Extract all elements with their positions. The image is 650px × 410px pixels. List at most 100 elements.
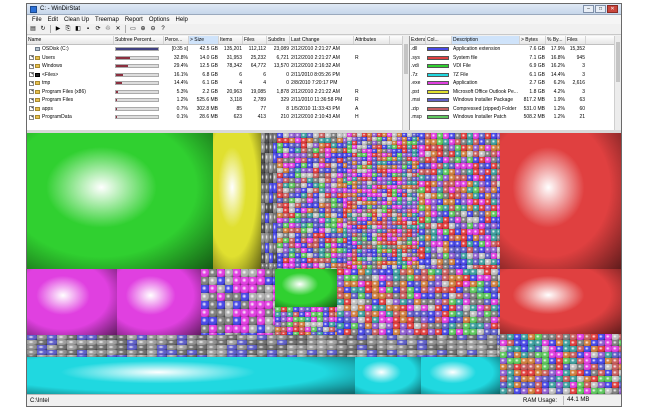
extension-row[interactable]: .msp Windows Installer Patch 508.2 MB 1.2% 2… [410, 113, 621, 122]
tree-row[interactable]: + Users 32.8% 14.0 GB 31,953 25,232 6,721 2/12/… [27, 54, 409, 63]
treemap-file-block[interactable] [209, 309, 217, 317]
menu-report[interactable]: Report [122, 17, 146, 23]
treemap-file-block[interactable] [209, 325, 217, 333]
close-button[interactable]: ✕ [607, 5, 618, 13]
treemap-sys-block-2[interactable] [500, 269, 621, 334]
menu-treemap[interactable]: Treemap [92, 17, 122, 23]
treemap-file-block[interactable] [225, 277, 233, 285]
treemap-file-block[interactable] [217, 269, 225, 277]
treemap-file-block[interactable] [225, 325, 233, 333]
extension-row[interactable]: .exe Application 2.7 GB 6.2% 2,616 [410, 79, 621, 88]
treemap-green-block[interactable] [275, 269, 337, 307]
menu-options[interactable]: Options [146, 17, 173, 23]
tree-column-header[interactable]: Last Change [290, 36, 354, 44]
treemap-file-block[interactable] [225, 293, 233, 301]
treemap-file-block[interactable] [265, 317, 273, 325]
extension-row[interactable]: .7z 7Z File 6.1 GB 14.4% 3 [410, 71, 621, 80]
treemap-file-block[interactable] [265, 277, 273, 285]
expand-toggle[interactable]: + [29, 72, 34, 78]
tree-row[interactable]: + Program Files (x86) 5.3% 2.2 GB 20,963 19,0… [27, 88, 409, 97]
treemap-file-block[interactable] [233, 285, 241, 293]
treemap-exe-block-2[interactable] [117, 269, 201, 335]
treemap-view[interactable] [27, 133, 621, 395]
expand-toggle[interactable]: + [29, 114, 34, 120]
tree-row[interactable]: + ProgramData 0.1% 28.6 MB 623 413 210 2/12/201… [27, 113, 409, 122]
treemap-file-block[interactable] [201, 301, 209, 309]
expand-toggle[interactable]: + [29, 80, 34, 86]
expand-toggle[interactable]: + [29, 89, 34, 95]
extension-row[interactable]: .zip Compressed (zipped) Folder 531.0 MB 1.… [410, 105, 621, 114]
treemap-file-block[interactable] [233, 293, 241, 301]
tree-column-header[interactable]: Subtree Percent... [114, 36, 164, 44]
treemap-file-block[interactable] [209, 277, 217, 285]
treemap-file-block[interactable] [241, 301, 249, 309]
treemap-file-block[interactable] [201, 309, 209, 317]
treemap-file-block[interactable] [217, 293, 225, 301]
treemap-file-block[interactable] [233, 269, 241, 277]
treemap-file-block[interactable] [265, 325, 273, 333]
treemap-file-block[interactable] [201, 317, 209, 325]
title-bar[interactable]: C: - WinDirStat – □ ✕ [27, 4, 621, 15]
expand-toggle[interactable]: + [29, 55, 34, 61]
treemap-file-block[interactable] [209, 285, 217, 293]
treemap-file-block[interactable] [257, 293, 265, 301]
treemap-file-block[interactable] [225, 317, 233, 325]
resize-grip[interactable] [613, 396, 621, 405]
extension-column-header[interactable]: Extensi... [410, 36, 426, 44]
extension-row[interactable]: .sys System file 7.1 GB 16.8% 945 [410, 54, 621, 63]
treemap-file-block[interactable] [257, 285, 265, 293]
treemap-file-block[interactable] [249, 293, 257, 301]
treemap-file-block[interactable] [249, 317, 257, 325]
expand-toggle[interactable]: + [29, 106, 34, 112]
treemap-file-block[interactable] [209, 301, 217, 309]
tree-scrollbar[interactable] [402, 36, 409, 130]
extension-column-header[interactable]: Files [566, 36, 586, 44]
treemap-file-block[interactable] [241, 285, 249, 293]
open-folder-icon[interactable]: ▤ [29, 25, 37, 33]
recycle-bin-icon[interactable]: ♲ [104, 25, 112, 33]
treemap-file-block[interactable] [233, 301, 241, 309]
treemap-vdi-block[interactable] [27, 133, 213, 269]
treemap-file-block[interactable] [217, 277, 225, 285]
treemap-file-block[interactable] [241, 325, 249, 333]
tree-column-header[interactable]: Name [27, 36, 114, 44]
treemap-file-block[interactable] [217, 285, 225, 293]
treemap-file-block[interactable] [249, 309, 257, 317]
treemap-file-block[interactable] [249, 277, 257, 285]
new-window-icon[interactable]: ▭ [129, 25, 137, 33]
explorer-icon[interactable]: ◧ [74, 25, 82, 33]
tree-row[interactable]: OSDisk (C:) [0:35 s] 42.5 GB 135,201 112,112… [27, 45, 409, 54]
extension-row[interactable]: .vdi VDI File 6.9 GB 16.2% 3 [410, 62, 621, 71]
tree-column-header[interactable]: Items [219, 36, 243, 44]
extension-column-header[interactable]: % By... [546, 36, 566, 44]
extension-row[interactable]: .msi Windows Installer Package 817.2 MB 1.9… [410, 96, 621, 105]
treemap-file-block[interactable] [257, 317, 265, 325]
menu-help[interactable]: Help [173, 17, 191, 23]
treemap-file-block[interactable] [233, 325, 241, 333]
treemap-file-block[interactable] [249, 269, 257, 277]
treemap-file-block[interactable] [265, 293, 273, 301]
treemap-pst-block[interactable] [213, 133, 261, 269]
zoom-out-icon[interactable]: ⊖ [149, 25, 157, 33]
tree-row[interactable]: + <Files> 16.1% 6.8 GB 6 6 0 2/11/2010 8:05:26 … [27, 71, 409, 80]
treemap-file-block[interactable] [225, 285, 233, 293]
extension-column-header[interactable]: Description [452, 36, 520, 44]
treemap-file-block[interactable] [257, 277, 265, 285]
extension-row[interactable]: .dll Application extension 7.6 GB 17.9% 15,3… [410, 45, 621, 54]
treemap-file-block[interactable] [209, 269, 217, 277]
treemap-file-block[interactable] [265, 301, 273, 309]
play-icon[interactable]: ▶ [54, 25, 62, 33]
menu-file[interactable]: File [29, 17, 45, 23]
treemap-file-block[interactable] [265, 285, 273, 293]
treemap-file-block[interactable] [265, 309, 273, 317]
treemap-file-block[interactable] [201, 269, 209, 277]
treemap-file-block[interactable] [241, 277, 249, 285]
expand-toggle[interactable]: + [29, 63, 34, 69]
tree-row[interactable]: + apps 0.7% 302.8 MB 85 77 8 1/5/2010 11:33:43 … [27, 105, 409, 114]
treemap-file-block[interactable] [241, 317, 249, 325]
refresh-icon[interactable]: ↻ [39, 25, 47, 33]
extension-column-header[interactable]: > Bytes [520, 36, 546, 44]
treemap-7z-block[interactable] [27, 357, 355, 395]
treemap-file-block[interactable] [209, 317, 217, 325]
extension-row[interactable]: .pst Microsoft Office Outlook Pe... 1.8 GB… [410, 88, 621, 97]
